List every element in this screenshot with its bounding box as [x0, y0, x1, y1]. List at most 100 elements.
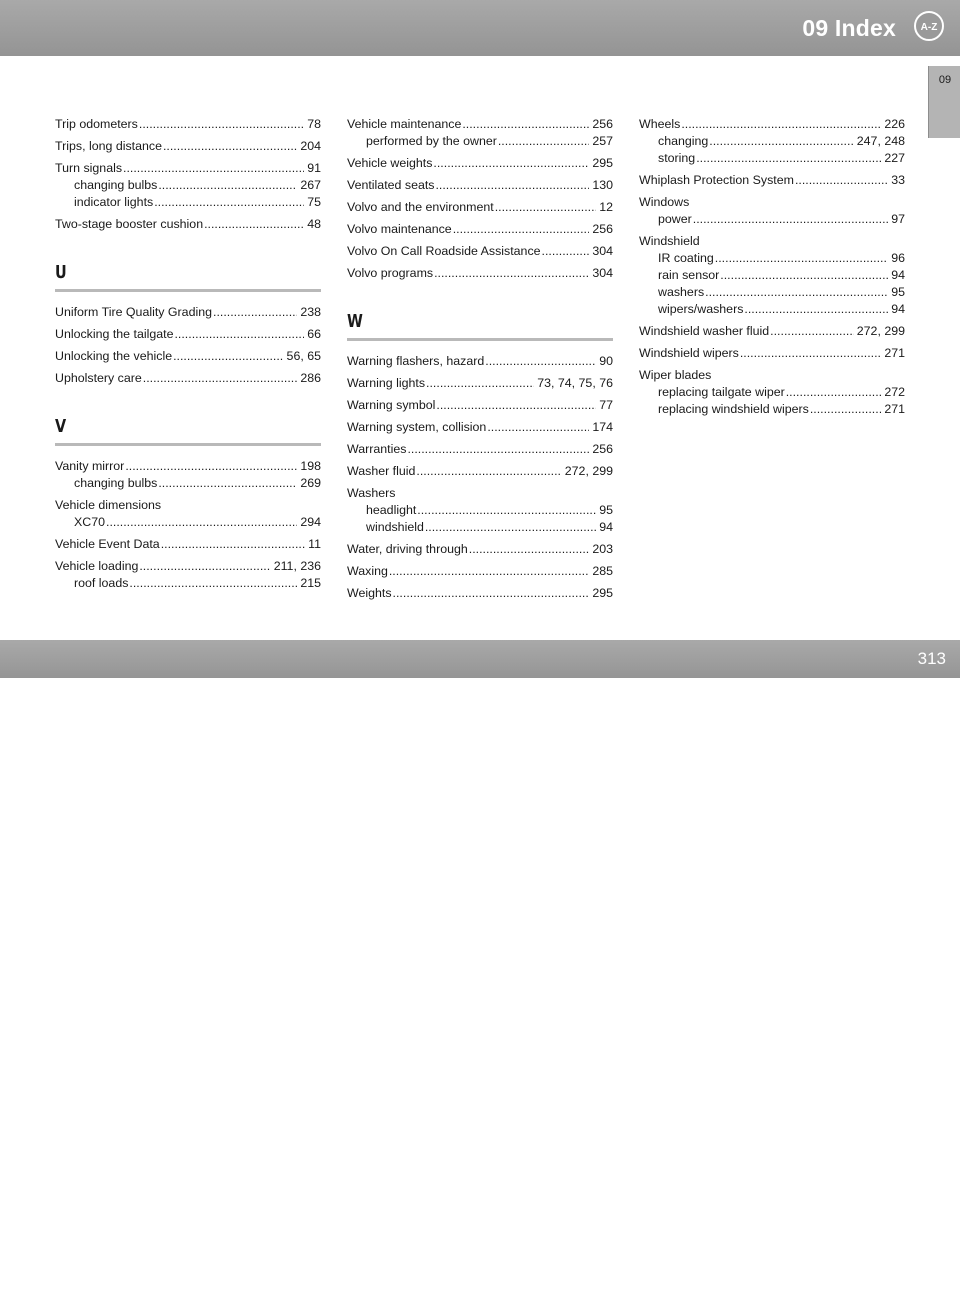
page-reference[interactable]: 94	[599, 519, 613, 536]
page-reference[interactable]: 286	[300, 370, 321, 387]
index-subentry[interactable]: windshield 94	[347, 519, 613, 536]
index-term[interactable]: Water, driving through 203	[347, 541, 613, 558]
page-reference[interactable]: 271	[884, 401, 905, 418]
index-subentry[interactable]: wipers/washers 94	[639, 301, 905, 318]
index-term[interactable]: Upholstery care 286	[55, 370, 321, 387]
page-reference[interactable]: 174	[592, 419, 613, 436]
page-reference[interactable]: 227	[884, 150, 905, 167]
index-term[interactable]: Volvo and the environment 12	[347, 199, 613, 216]
index-term[interactable]: Waxing 285	[347, 563, 613, 580]
page-reference[interactable]: 272, 299	[857, 323, 905, 340]
page-reference[interactable]: 198	[300, 458, 321, 475]
page-reference[interactable]: 204	[300, 138, 321, 155]
index-term[interactable]: Warranties 256	[347, 441, 613, 458]
index-subentry[interactable]: changing bulbs 269	[55, 475, 321, 492]
index-subentry[interactable]: power 97	[639, 211, 905, 228]
index-term[interactable]: Wheels 226	[639, 116, 905, 133]
page-reference[interactable]: 215	[300, 575, 321, 592]
page-reference[interactable]: 73, 74, 75, 76	[537, 375, 613, 392]
index-term[interactable]: Unlocking the vehicle 56, 65	[55, 348, 321, 365]
index-term[interactable]: Vehicle maintenance 256	[347, 116, 613, 133]
page-reference[interactable]: 48	[307, 216, 321, 233]
index-subentry[interactable]: XC70 294	[55, 514, 321, 531]
index-term[interactable]: Warning flashers, hazard 90	[347, 353, 613, 370]
index-term[interactable]: Vehicle weights 295	[347, 155, 613, 172]
page-reference[interactable]: 272	[884, 384, 905, 401]
index-term[interactable]: Unlocking the tailgate 66	[55, 326, 321, 343]
page-reference[interactable]: 304	[592, 265, 613, 282]
page-reference[interactable]: 75	[307, 194, 321, 211]
page-reference[interactable]: 295	[592, 585, 613, 602]
index-term[interactable]: Turn signals 91	[55, 160, 321, 177]
page-reference[interactable]: 95	[599, 502, 613, 519]
index-subentry[interactable]: IR coating 96	[639, 250, 905, 267]
page-reference[interactable]: 294	[300, 514, 321, 531]
page-reference[interactable]: 95	[891, 284, 905, 301]
index-subentry[interactable]: replacing windshield wipers 271	[639, 401, 905, 418]
page-reference[interactable]: 272, 299	[565, 463, 613, 480]
index-subentry[interactable]: washers 95	[639, 284, 905, 301]
page-reference[interactable]: 78	[307, 116, 321, 133]
page-reference[interactable]: 130	[592, 177, 613, 194]
index-term[interactable]: Vehicle dimensions	[55, 497, 321, 514]
page-reference[interactable]: 211, 236	[274, 558, 321, 575]
page-reference[interactable]: 295	[592, 155, 613, 172]
index-term[interactable]: Two-stage booster cushion 48	[55, 216, 321, 233]
page-reference[interactable]: 56, 65	[287, 348, 321, 365]
page-reference[interactable]: 94	[891, 267, 905, 284]
page-reference[interactable]: 256	[592, 221, 613, 238]
page-reference[interactable]: 226	[884, 116, 905, 133]
index-term[interactable]: Washers	[347, 485, 613, 502]
index-term[interactable]: Wiper blades	[639, 367, 905, 384]
index-term[interactable]: Trip odometers 78	[55, 116, 321, 133]
page-reference[interactable]: 271	[884, 345, 905, 362]
page-reference[interactable]: 77	[599, 397, 613, 414]
page-reference[interactable]: 94	[891, 301, 905, 318]
index-term[interactable]: Volvo On Call Roadside Assistance 304	[347, 243, 613, 260]
page-reference[interactable]: 269	[300, 475, 321, 492]
index-term[interactable]: Uniform Tire Quality Grading 238	[55, 304, 321, 321]
page-reference[interactable]: 285	[592, 563, 613, 580]
page-reference[interactable]: 90	[599, 353, 613, 370]
page-reference[interactable]: 203	[592, 541, 613, 558]
index-term[interactable]: Trips, long distance 204	[55, 138, 321, 155]
page-reference[interactable]: 33	[891, 172, 905, 189]
index-subentry[interactable]: storing 227	[639, 150, 905, 167]
page-reference[interactable]: 257	[592, 133, 613, 150]
index-subentry[interactable]: performed by the owner 257	[347, 133, 613, 150]
page-reference[interactable]: 256	[592, 441, 613, 458]
page-reference[interactable]: 11	[308, 536, 321, 553]
index-term[interactable]: Weights 295	[347, 585, 613, 602]
page-reference[interactable]: 66	[307, 326, 321, 343]
index-term[interactable]: Warning symbol 77	[347, 397, 613, 414]
index-term[interactable]: Volvo programs 304	[347, 265, 613, 282]
index-term[interactable]: Washer fluid 272, 299	[347, 463, 613, 480]
index-subentry[interactable]: roof loads 215	[55, 575, 321, 592]
index-term[interactable]: Volvo maintenance 256	[347, 221, 613, 238]
index-term[interactable]: Vehicle loading 211, 236	[55, 558, 321, 575]
index-term[interactable]: Warning lights 73, 74, 75, 76	[347, 375, 613, 392]
index-term[interactable]: Windows	[639, 194, 905, 211]
index-subentry[interactable]: indicator lights 75	[55, 194, 321, 211]
index-subentry[interactable]: changing 247, 248	[639, 133, 905, 150]
index-term[interactable]: Ventilated seats 130	[347, 177, 613, 194]
index-subentry[interactable]: rain sensor 94	[639, 267, 905, 284]
page-reference[interactable]: 96	[891, 250, 905, 267]
index-term[interactable]: Windshield	[639, 233, 905, 250]
page-reference[interactable]: 97	[891, 211, 905, 228]
page-reference[interactable]: 267	[300, 177, 321, 194]
index-term[interactable]: Whiplash Protection System 33	[639, 172, 905, 189]
page-reference[interactable]: 256	[592, 116, 613, 133]
index-term[interactable]: Warning system, collision 174	[347, 419, 613, 436]
page-reference[interactable]: 91	[307, 160, 321, 177]
page-reference[interactable]: 304	[592, 243, 613, 260]
index-subentry[interactable]: headlight 95	[347, 502, 613, 519]
index-subentry[interactable]: replacing tailgate wiper 272	[639, 384, 905, 401]
page-reference[interactable]: 238	[300, 304, 321, 321]
index-term[interactable]: Vanity mirror 198	[55, 458, 321, 475]
index-term[interactable]: Windshield wipers 271	[639, 345, 905, 362]
index-term[interactable]: Windshield washer fluid 272, 299	[639, 323, 905, 340]
page-reference[interactable]: 247, 248	[857, 133, 905, 150]
index-term[interactable]: Vehicle Event Data 11	[55, 536, 321, 553]
index-subentry[interactable]: changing bulbs 267	[55, 177, 321, 194]
